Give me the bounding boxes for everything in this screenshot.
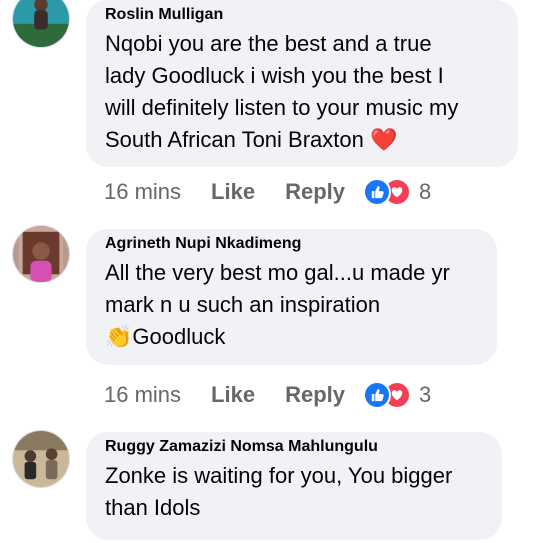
comment-bubble: Ruggy Zamazizi Nomsa Mahlungulu Zonke is… [86,432,502,540]
comment-line: Zonke is waiting for you, You bigger [105,463,453,488]
thumbs-up-icon [363,381,391,409]
reaction-count: 8 [419,179,432,204]
comment-text: Zonke is waiting for you, You bigger tha… [105,460,488,524]
comment-line: Goodluck [132,324,226,349]
avatar-image [13,0,69,47]
comment-bubble: Roslin Mulligan Nqobi you are the best a… [86,0,518,167]
clapping-hands-icon: 👏 [105,324,133,349]
comment-line: Nqobi you are the best and a true [105,31,432,56]
comment-author[interactable]: Ruggy Zamazizi Nomsa Mahlungulu [105,438,488,456]
comment-line: will definitely listen to your music my [105,95,459,120]
reaction-count: 3 [419,382,432,407]
comment-text: All the very best mo gal...u made yr mar… [105,257,483,353]
comment-timestamp[interactable]: 16 mins [104,179,181,205]
avatar[interactable] [12,225,70,283]
avatar-image [13,431,69,487]
reply-button[interactable]: Reply [285,179,345,205]
comment-line: South African Toni Braxton [105,127,364,152]
comment-author[interactable]: Roslin Mulligan [105,6,504,24]
comment-line: than Idols [105,495,201,520]
comment-actions: 16 mins Like Reply 8 [104,177,431,207]
comment-bubble: Agrineth Nupi Nkadimeng All the very bes… [86,229,497,365]
avatar-image [13,226,69,282]
like-button[interactable]: Like [211,179,255,205]
avatar[interactable] [12,0,70,48]
thumbs-up-icon [363,178,391,206]
reaction-summary[interactable]: 3 [363,381,431,409]
like-button[interactable]: Like [211,382,255,408]
comment-line: lady Goodluck i wish you the best I [105,63,444,88]
avatar[interactable] [12,430,70,488]
comment-timestamp[interactable]: 16 mins [104,382,181,408]
comment-actions: 16 mins Like Reply 3 [104,380,431,410]
heart-emoji-icon: ❤️ [370,127,398,152]
comment-line: mark n u such an inspiration [105,292,381,317]
comment-author[interactable]: Agrineth Nupi Nkadimeng [105,235,483,253]
reaction-summary[interactable]: 8 [363,178,431,206]
comment-line: All the very best mo gal...u made yr [105,260,450,285]
reply-button[interactable]: Reply [285,382,345,408]
comment-text: Nqobi you are the best and a true lady G… [105,28,504,156]
